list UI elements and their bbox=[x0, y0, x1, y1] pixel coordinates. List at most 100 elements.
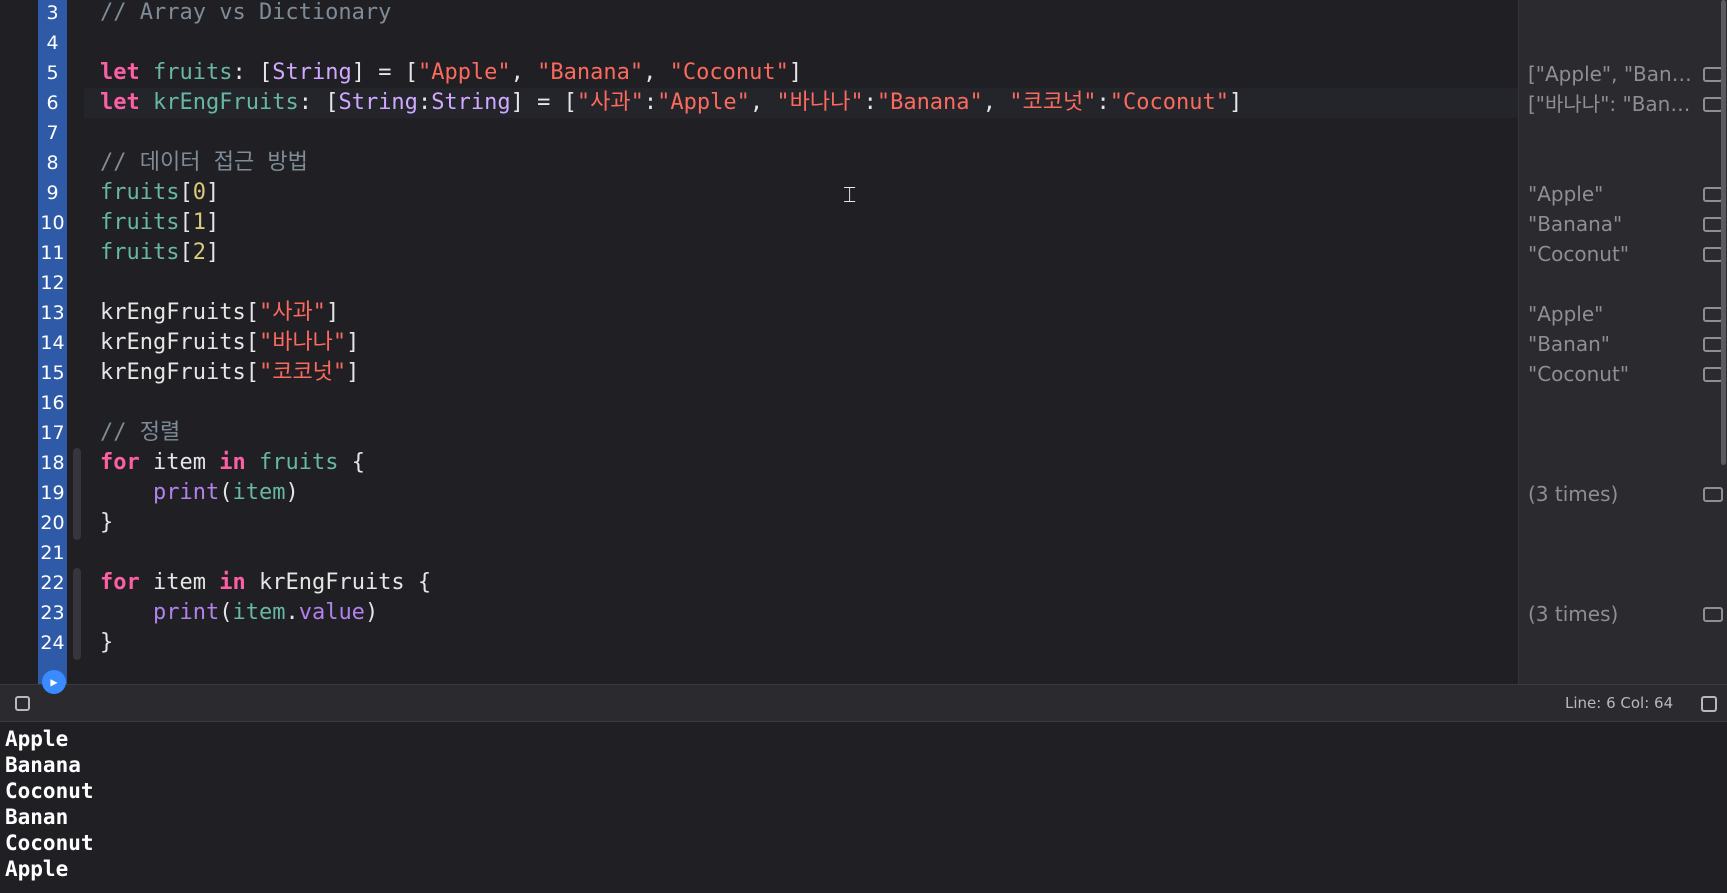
code-line[interactable]: krEngFruits["바나나"] bbox=[100, 328, 359, 358]
code-line[interactable]: // 데이터 접근 방법 bbox=[100, 148, 308, 178]
run-playground-button[interactable]: ▶ bbox=[42, 670, 66, 694]
code-token: ( bbox=[219, 600, 233, 625]
line-number[interactable]: 3 bbox=[38, 0, 67, 28]
code-token: krEngFruits[ bbox=[100, 360, 259, 385]
line-number[interactable]: 15 bbox=[38, 358, 67, 388]
result-value: "Coconut" bbox=[1528, 242, 1630, 266]
console-toggle-button[interactable] bbox=[1701, 696, 1717, 712]
show-result-button[interactable] bbox=[1703, 607, 1723, 622]
code-token: String bbox=[272, 60, 352, 85]
line-number[interactable]: 6 bbox=[38, 88, 67, 118]
result-value: "Banana" bbox=[1528, 212, 1623, 236]
code-token: "Banana" bbox=[537, 60, 644, 85]
code-token: [ bbox=[179, 210, 193, 235]
code-line[interactable]: for item in krEngFruits { bbox=[100, 568, 431, 598]
fold-marker-loop-2[interactable] bbox=[73, 568, 81, 660]
line-number[interactable]: 17 bbox=[38, 418, 67, 448]
line-number[interactable]: 13 bbox=[38, 298, 67, 328]
result-value: ["Apple", "Bana... bbox=[1528, 62, 1698, 86]
line-number[interactable]: 21 bbox=[38, 538, 67, 568]
code-line[interactable]: for item in fruits { bbox=[100, 448, 365, 478]
code-line[interactable]: } bbox=[100, 508, 113, 538]
code-token: "코코넛" bbox=[1009, 90, 1097, 115]
show-result-button[interactable] bbox=[1703, 187, 1723, 202]
code-token: "Coconut" bbox=[1109, 90, 1229, 115]
line-number[interactable]: 16 bbox=[38, 388, 67, 418]
code-line[interactable]: let krEngFruits: [String:String] = ["사과"… bbox=[100, 88, 1242, 118]
result-value: "Banan" bbox=[1528, 332, 1610, 356]
code-token: 0 bbox=[192, 180, 206, 205]
code-token: ] bbox=[788, 60, 803, 85]
code-token: String bbox=[338, 90, 418, 115]
editor-scrollbar[interactable] bbox=[1721, 0, 1726, 465]
code-token: print bbox=[152, 480, 220, 505]
console-output-line: Banan bbox=[5, 805, 69, 829]
line-number[interactable]: 11 bbox=[38, 238, 67, 268]
line-number[interactable]: 8 bbox=[38, 148, 67, 178]
show-result-button[interactable] bbox=[1703, 337, 1723, 352]
code-line[interactable]: let fruits: [String] = ["Apple", "Banana… bbox=[100, 58, 802, 88]
code-token: } bbox=[100, 510, 114, 535]
code-token: 1 bbox=[192, 210, 206, 235]
line-number[interactable]: 18 bbox=[38, 448, 67, 478]
code-line[interactable]: // 정렬 bbox=[100, 418, 180, 448]
fold-marker-loop-1[interactable] bbox=[73, 448, 81, 540]
code-token: // 정렬 bbox=[100, 420, 181, 445]
line-number[interactable]: 23 bbox=[38, 598, 67, 628]
code-token: ] bbox=[205, 180, 220, 205]
code-line[interactable]: fruits[1] bbox=[100, 208, 219, 238]
show-result-button[interactable] bbox=[1703, 487, 1723, 502]
code-token: for bbox=[100, 570, 140, 595]
line-number[interactable]: 12 bbox=[38, 268, 67, 298]
result-value: "Coconut" bbox=[1528, 362, 1630, 386]
code-line[interactable]: } bbox=[100, 628, 113, 658]
code-token: krEngFruits { bbox=[245, 570, 432, 595]
result-value: (3 times) bbox=[1528, 482, 1619, 506]
line-number[interactable]: 19 bbox=[38, 478, 67, 508]
code-token: ( bbox=[219, 480, 233, 505]
line-number[interactable]: 24 bbox=[38, 628, 67, 658]
line-number[interactable]: 4 bbox=[38, 28, 67, 58]
line-number[interactable]: 7 bbox=[38, 118, 67, 148]
code-token: in bbox=[219, 450, 246, 475]
show-result-button[interactable] bbox=[1703, 367, 1723, 382]
code-line[interactable]: fruits[2] bbox=[100, 238, 219, 268]
code-token: item bbox=[232, 600, 286, 625]
code-token: // Array vs Dictionary bbox=[100, 0, 392, 25]
code-token: ] bbox=[205, 240, 220, 265]
code-line[interactable]: print(item) bbox=[100, 478, 299, 508]
line-number[interactable]: 20 bbox=[38, 508, 67, 538]
console-output[interactable]: Apple Banana Coconut Banan Coconut Apple bbox=[0, 722, 1727, 893]
show-result-button[interactable] bbox=[1703, 97, 1723, 112]
code-line[interactable]: krEngFruits["코코넛"] bbox=[100, 358, 359, 388]
code-line[interactable]: fruits[0] bbox=[100, 178, 219, 208]
code-editor[interactable]: 3 // Array vs Dictionary 4 5 let fruits: [St… bbox=[0, 0, 1727, 684]
code-line[interactable]: // Array vs Dictionary bbox=[100, 0, 391, 28]
code-token: for bbox=[100, 450, 140, 475]
debug-status-bar: Line: 6 Col: 64 bbox=[0, 684, 1727, 722]
code-token: "Apple" bbox=[657, 90, 750, 115]
ibeam-cursor-icon: ⌶ bbox=[843, 183, 857, 208]
line-number[interactable]: 9 bbox=[38, 178, 67, 208]
toggle-debug-area-button[interactable] bbox=[15, 696, 30, 711]
code-token: krEngFruits[ bbox=[100, 300, 259, 325]
line-number[interactable]: 5 bbox=[38, 58, 67, 88]
line-number[interactable]: 10 bbox=[38, 208, 67, 238]
code-line[interactable]: print(item.value) bbox=[100, 598, 378, 628]
show-result-button[interactable] bbox=[1703, 217, 1723, 232]
code-token: . bbox=[285, 600, 299, 625]
show-result-button[interactable] bbox=[1703, 67, 1723, 82]
line-number[interactable]: 14 bbox=[38, 328, 67, 358]
code-token: ] bbox=[1228, 90, 1243, 115]
code-token: : [ bbox=[298, 90, 339, 115]
show-result-button[interactable] bbox=[1703, 247, 1723, 262]
result-value: ["바나나": "Bana... bbox=[1528, 92, 1698, 116]
code-token: "Banana" bbox=[876, 90, 983, 115]
code-line[interactable]: krEngFruits["사과"] bbox=[100, 298, 339, 328]
line-number[interactable]: 22 bbox=[38, 568, 67, 598]
show-result-button[interactable] bbox=[1703, 307, 1723, 322]
code-token: : bbox=[1096, 90, 1110, 115]
console-output-line: Coconut bbox=[5, 779, 94, 803]
